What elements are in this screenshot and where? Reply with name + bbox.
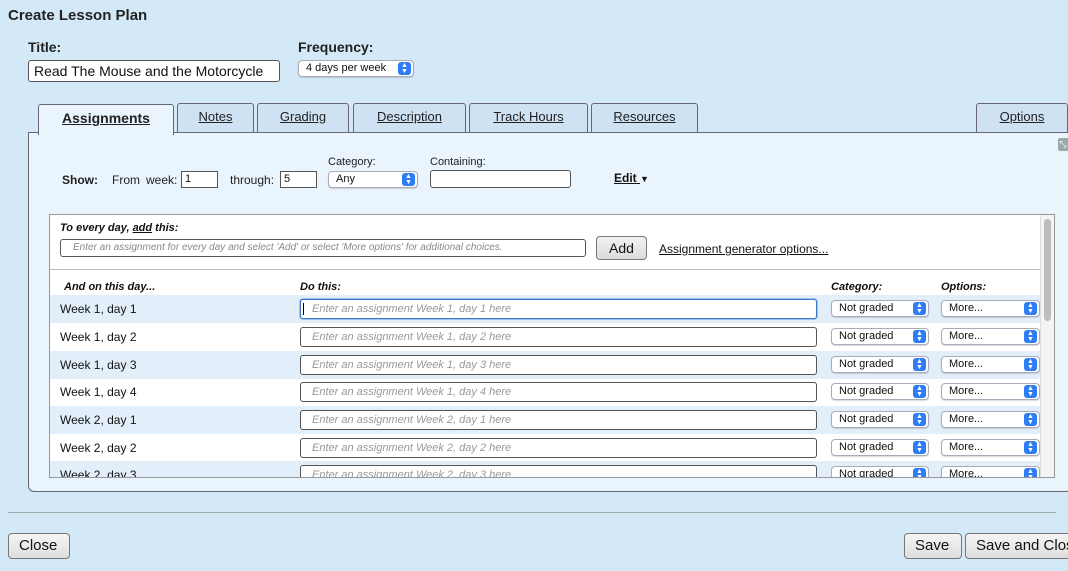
assignment-table: To every day, add this: Enter an assignm…: [49, 214, 1055, 478]
col-header-day: And on this day...: [64, 281, 156, 293]
assignment-input[interactable]: Enter an assignment Week 1, day 2 here: [300, 327, 817, 347]
from-label: From: [112, 173, 140, 187]
row-day-label: Week 2, day 3: [60, 468, 137, 478]
row-options-select[interactable]: More... ▲ ▼: [941, 411, 1040, 428]
select-arrows-icon: ▲ ▼: [1024, 302, 1037, 315]
scrollbar-thumb[interactable]: [1044, 219, 1051, 321]
tab-assignments[interactable]: Assignments: [38, 104, 174, 135]
every-day-label: To every day, add this:: [60, 222, 179, 234]
row-day-label: Week 1, day 4: [60, 385, 137, 399]
select-arrows-icon: ▲ ▼: [913, 413, 926, 426]
select-arrows-icon: ▲ ▼: [1024, 330, 1037, 343]
tab-resources[interactable]: Resources: [591, 103, 698, 133]
select-arrows-icon: ▲ ▼: [1024, 468, 1037, 477]
week-label: week:: [146, 173, 178, 187]
assignment-input[interactable]: Enter an assignment Week 1, day 3 here: [300, 355, 817, 375]
row-category-select[interactable]: Not graded ▲ ▼: [831, 466, 929, 477]
assignment-input[interactable]: Enter an assignment Week 1, day 1 here: [300, 299, 817, 319]
save-and-close-button[interactable]: Save and Close: [965, 533, 1068, 559]
col-header-do: Do this:: [300, 281, 341, 293]
table-row: Week 2, day 1 Enter an assignment Week 2…: [50, 406, 1042, 434]
row-options-select[interactable]: More... ▲ ▼: [941, 383, 1040, 400]
select-arrows-icon: ▲ ▼: [913, 302, 926, 315]
tab-track-hours[interactable]: Track Hours: [469, 103, 588, 133]
table-row: Week 1, day 2 Enter an assignment Week 1…: [50, 323, 1042, 351]
assignment-input[interactable]: Enter an assignment Week 1, day 4 here: [300, 382, 817, 402]
select-arrows-icon: ▲ ▼: [1024, 385, 1037, 398]
show-label: Show:: [62, 173, 98, 187]
table-row: Week 2, day 2 Enter an assignment Week 2…: [50, 434, 1042, 462]
row-options-select[interactable]: More... ▲ ▼: [941, 439, 1040, 456]
dialog-title: Create Lesson Plan: [8, 7, 148, 24]
row-day-label: Week 1, day 3: [60, 358, 137, 372]
footer-divider: [8, 512, 1056, 513]
select-arrows-icon: ▲ ▼: [913, 468, 926, 477]
containing-input[interactable]: [430, 170, 571, 188]
row-options-select[interactable]: More... ▲ ▼: [941, 466, 1040, 477]
tab-description[interactable]: Description: [353, 103, 466, 133]
select-arrows-icon: ▲ ▼: [1024, 413, 1037, 426]
row-options-select[interactable]: More... ▲ ▼: [941, 300, 1040, 317]
row-category-select[interactable]: Not graded ▲ ▼: [831, 439, 929, 456]
assignment-input[interactable]: Enter an assignment Week 2, day 3 here: [300, 465, 817, 477]
table-row: Week 2, day 3 Enter an assignment Week 2…: [50, 461, 1042, 478]
tab-notes[interactable]: Notes: [177, 103, 254, 133]
select-arrows-icon: ▲ ▼: [402, 173, 415, 186]
assignment-input[interactable]: Enter an assignment Week 2, day 1 here: [300, 410, 817, 430]
col-header-category: Category:: [831, 281, 883, 293]
row-category-select[interactable]: Not graded ▲ ▼: [831, 356, 929, 373]
save-button[interactable]: Save: [904, 533, 962, 559]
from-week-input[interactable]: 1: [181, 171, 218, 188]
category-filter-value: Any: [336, 173, 355, 185]
frequency-select[interactable]: 4 days per week ▲ ▼: [298, 60, 414, 77]
row-day-label: Week 2, day 1: [60, 413, 137, 427]
row-day-label: Week 1, day 2: [60, 330, 137, 344]
table-row: Week 1, day 1 Enter an assignment Week 1…: [50, 295, 1042, 323]
col-header-options: Options:: [941, 281, 987, 293]
title-label: Title:: [28, 39, 62, 55]
edit-menu-link[interactable]: Edit ▼: [614, 171, 649, 185]
row-day-label: Week 1, day 1: [60, 302, 137, 316]
category-filter-select[interactable]: Any ▲ ▼: [328, 171, 418, 188]
title-input[interactable]: Read The Mouse and the Motorcycle: [28, 60, 280, 82]
row-category-select[interactable]: Not graded ▲ ▼: [831, 383, 929, 400]
select-arrows-icon: ▲ ▼: [1024, 358, 1037, 371]
tab-grading[interactable]: Grading: [257, 103, 349, 133]
text-caret: [303, 303, 304, 315]
frequency-label: Frequency:: [298, 39, 374, 55]
assignment-input[interactable]: Enter an assignment Week 2, day 2 here: [300, 438, 817, 458]
every-day-row: To every day, add this: Enter an assignm…: [50, 215, 1042, 270]
select-arrows-icon: ▲ ▼: [913, 330, 926, 343]
tab-options[interactable]: Options: [976, 103, 1068, 133]
table-row: Week 1, day 4 Enter an assignment Week 1…: [50, 378, 1042, 406]
close-button[interactable]: Close: [8, 533, 70, 559]
category-filter-label: Category:: [328, 156, 376, 168]
through-label: through:: [230, 173, 275, 187]
select-arrows-icon: ▲ ▼: [913, 441, 926, 454]
resize-icon[interactable]: ⤡: [1058, 138, 1068, 151]
assignment-generator-link[interactable]: Assignment generator options...: [659, 242, 828, 256]
row-options-select[interactable]: More... ▲ ▼: [941, 328, 1040, 345]
containing-label: Containing:: [430, 156, 486, 168]
through-week-input[interactable]: 5: [280, 171, 317, 188]
select-arrows-icon: ▲ ▼: [398, 62, 411, 75]
every-day-input[interactable]: Enter an assignment for every day and se…: [60, 239, 586, 257]
row-category-select[interactable]: Not graded ▲ ▼: [831, 411, 929, 428]
row-options-select[interactable]: More... ▲ ▼: [941, 356, 1040, 373]
row-category-select[interactable]: Not graded ▲ ▼: [831, 300, 929, 317]
row-day-label: Week 2, day 2: [60, 441, 137, 455]
row-category-select[interactable]: Not graded ▲ ▼: [831, 328, 929, 345]
table-scrollbar[interactable]: [1040, 215, 1054, 477]
select-arrows-icon: ▲ ▼: [1024, 441, 1037, 454]
select-arrows-icon: ▲ ▼: [913, 385, 926, 398]
edit-label: Edit: [614, 171, 637, 185]
table-row: Week 1, day 3 Enter an assignment Week 1…: [50, 351, 1042, 379]
frequency-value: 4 days per week: [306, 62, 387, 74]
add-button[interactable]: Add: [596, 236, 647, 260]
caret-down-icon: ▼: [640, 174, 649, 184]
select-arrows-icon: ▲ ▼: [913, 358, 926, 371]
